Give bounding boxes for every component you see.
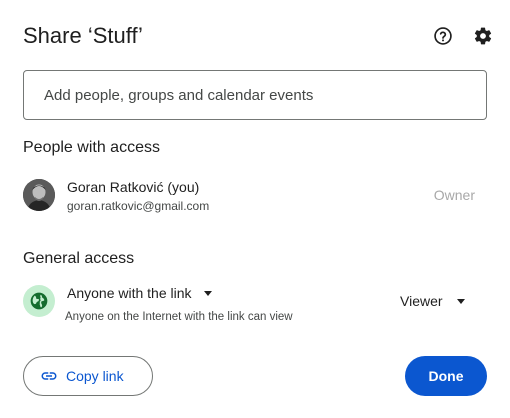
chevron-down-icon [456,298,465,304]
general-access-dropdown[interactable]: Anyone with the link [67,284,212,302]
copy-link-button[interactable]: Copy link [23,356,153,396]
link-icon [41,372,57,380]
share-people-input[interactable] [23,70,487,120]
settings-button[interactable] [471,24,495,48]
person-email: goran.ratkovic@gmail.com [67,199,210,213]
help-button[interactable] [431,24,455,48]
help-circle-icon [434,27,452,45]
person-name: Goran Ratković (you) [67,179,200,195]
general-access-role: Viewer [400,293,443,309]
share-dialog: Share ‘Stuff’ People with access Goran R… [0,0,510,418]
done-button[interactable]: Done [405,356,487,396]
dialog-title: Share ‘Stuff’ [23,23,143,48]
avatar-photo [23,179,55,211]
person-role: Owner [433,187,475,203]
copy-link-label: Copy link [66,368,124,384]
globe-icon-container [23,285,55,317]
general-access-level: Anyone with the link [67,285,192,301]
general-access-description: Anyone on the Internet with the link can… [65,311,293,323]
chevron-down-icon [203,290,212,296]
people-with-access-heading: People with access [23,139,160,156]
general-access-row: Anyone with the link Anyone on the Inter… [23,284,487,328]
general-access-role-dropdown[interactable]: Viewer [400,293,465,309]
avatar [23,179,55,211]
person-row: Goran Ratković (you) goran.ratkovic@gmai… [23,178,487,214]
general-access-heading: General access [23,250,135,267]
gear-icon [474,27,492,45]
globe-icon [30,292,48,310]
